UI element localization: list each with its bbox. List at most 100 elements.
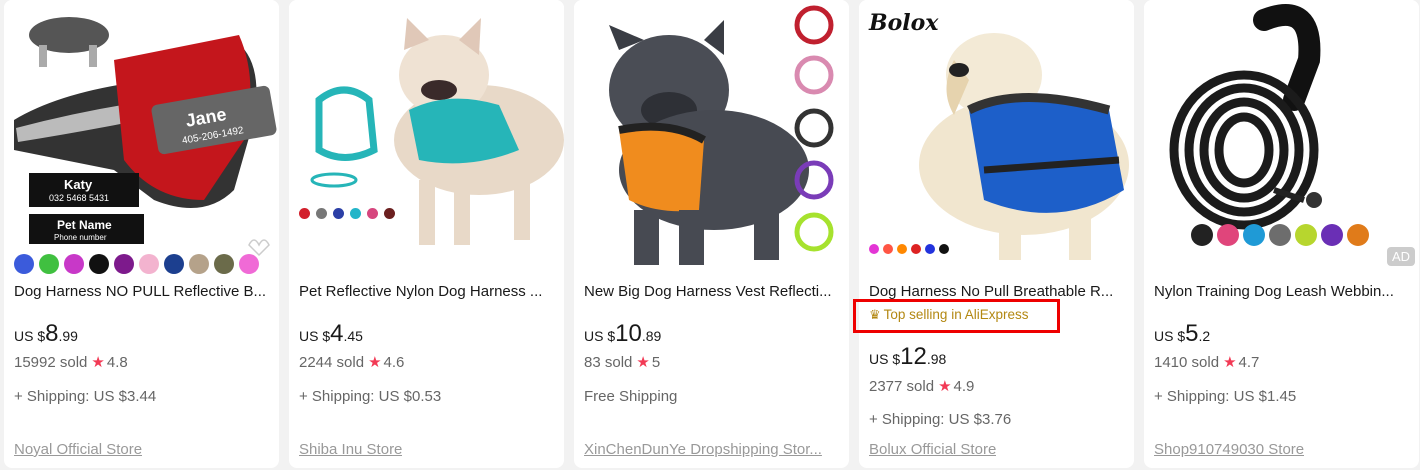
shipping-info: + Shipping: US $1.45: [1154, 388, 1297, 405]
highlight-box: [853, 299, 1060, 333]
star-icon: ★: [91, 354, 105, 371]
star-icon: ★: [368, 354, 382, 371]
rating-value: 4.7: [1238, 354, 1260, 371]
rating-value: 4.6: [383, 354, 405, 371]
color-swatch: [869, 244, 879, 254]
color-swatch: [39, 254, 59, 274]
patch-phone: 032 5468 5431: [49, 193, 109, 203]
price-integer: 12: [900, 343, 927, 370]
sold-count: 2244 sold: [299, 354, 365, 371]
price-decimal: .89: [641, 328, 662, 344]
product-title[interactable]: Pet Reflective Nylon Dog Harness ...: [299, 283, 554, 300]
color-swatch: [1321, 224, 1343, 246]
product-title[interactable]: Dog Harness No Pull Breathable R...: [869, 283, 1124, 300]
labrador-photo-icon: [859, 0, 1134, 275]
price-integer: 5: [1185, 320, 1199, 347]
sales-rating: 1410 sold ★ 4.7: [1154, 353, 1259, 371]
product-card[interactable]: Jane 405-206-1492 Katy 032 5468 5431 Pet…: [4, 0, 279, 468]
rating-value: 4.8: [106, 354, 128, 371]
product-image[interactable]: AD: [1144, 0, 1419, 275]
color-swatch: [114, 254, 134, 274]
product-card[interactable]: Pet Reflective Nylon Dog Harness ... US …: [289, 0, 564, 468]
product-title[interactable]: New Big Dog Harness Vest Reflecti...: [584, 283, 839, 300]
price-decimal: .2: [1198, 328, 1211, 344]
product-title[interactable]: Dog Harness NO PULL Reflective B...: [14, 283, 269, 300]
color-swatch: [897, 244, 907, 254]
color-swatch: [1191, 224, 1213, 246]
color-swatch: [89, 254, 109, 274]
product-price: US $12.98: [869, 343, 946, 371]
color-swatches: [14, 254, 259, 274]
color-swatch: [384, 208, 395, 219]
price-currency: US $: [1154, 328, 1186, 344]
sales-rating: 83 sold ★ 5: [584, 353, 660, 371]
color-swatch: [316, 208, 327, 219]
shipping-info: Free Shipping: [584, 388, 678, 405]
price-decimal: .99: [58, 328, 78, 344]
color-swatch: [14, 254, 34, 274]
store-link[interactable]: Shop910749030 Store: [1154, 441, 1304, 458]
harness-photo-icon: Jane 405-206-1492 Katy 032 5468 5431 Pet…: [4, 0, 279, 275]
sales-rating: 15992 sold ★ 4.8: [14, 353, 128, 371]
store-link[interactable]: Bolux Official Store: [869, 441, 996, 458]
sold-count: 15992 sold: [14, 354, 88, 371]
price-integer: 8: [45, 320, 59, 347]
brand-logo: Bolox: [869, 10, 939, 36]
product-price: US $10.89: [584, 320, 661, 348]
color-swatch: [911, 244, 921, 254]
color-swatch: [189, 254, 209, 274]
product-grid: Jane 405-206-1492 Katy 032 5468 5431 Pet…: [4, 0, 1419, 468]
product-image[interactable]: Bolox: [859, 0, 1134, 275]
patch-name: Katy: [64, 177, 93, 192]
price-integer: 10: [615, 320, 642, 347]
sold-count: 1410 sold: [1154, 354, 1220, 371]
color-swatch: [64, 254, 84, 274]
product-price: US $4.45: [299, 320, 363, 348]
product-title[interactable]: Nylon Training Dog Leash Webbin...: [1154, 283, 1409, 300]
color-swatch: [299, 208, 310, 219]
pitbull-photo-icon: [574, 0, 849, 275]
product-card[interactable]: AD Nylon Training Dog Leash Webbin... US…: [1144, 0, 1419, 468]
product-image[interactable]: [289, 0, 564, 275]
color-swatch: [1347, 224, 1369, 246]
store-link[interactable]: Noyal Official Store: [14, 441, 142, 458]
sales-rating: 2244 sold ★ 4.6: [299, 353, 404, 371]
color-swatch: [214, 254, 234, 274]
sold-count: 2377 sold: [869, 378, 935, 395]
store-link[interactable]: XinChenDunYe Dropshipping Stor...: [584, 441, 822, 458]
color-swatches: [1191, 224, 1369, 246]
color-swatches: [869, 244, 949, 254]
color-swatch: [1269, 224, 1291, 246]
shipping-info: + Shipping: US $0.53: [299, 388, 442, 405]
color-swatch: [239, 254, 259, 274]
color-swatch: [333, 208, 344, 219]
sold-count: 83 sold: [584, 354, 633, 371]
color-swatches: [299, 208, 395, 219]
star-icon: ★: [938, 378, 952, 395]
product-image[interactable]: [574, 0, 849, 275]
price-integer: 4: [330, 320, 344, 347]
sales-rating: 2377 sold ★ 4.9: [869, 377, 974, 395]
ad-badge[interactable]: AD: [1386, 247, 1415, 266]
product-image[interactable]: Jane 405-206-1492 Katy 032 5468 5431 Pet…: [4, 0, 279, 275]
color-swatch: [350, 208, 361, 219]
patch-pet-name: Pet Name: [57, 218, 112, 232]
rating-value: 5: [651, 354, 661, 371]
price-currency: US $: [299, 328, 331, 344]
rating-value: 4.9: [953, 378, 975, 395]
product-card[interactable]: New Big Dog Harness Vest Reflecti... US …: [574, 0, 849, 468]
price-currency: US $: [869, 351, 901, 367]
color-swatch: [164, 254, 184, 274]
price-currency: US $: [14, 328, 46, 344]
color-swatch: [925, 244, 935, 254]
color-swatch: [367, 208, 378, 219]
store-link[interactable]: Shiba Inu Store: [299, 441, 402, 458]
shipping-info: + Shipping: US $3.44: [14, 388, 157, 405]
color-swatch: [139, 254, 159, 274]
color-swatch: [939, 244, 949, 254]
shipping-info: + Shipping: US $3.76: [869, 411, 1012, 428]
price-decimal: .98: [926, 351, 947, 367]
star-icon: ★: [636, 354, 650, 371]
price-currency: US $: [584, 328, 616, 344]
product-card[interactable]: Bolox Dog Harness No Pull Breathable R..…: [859, 0, 1134, 468]
